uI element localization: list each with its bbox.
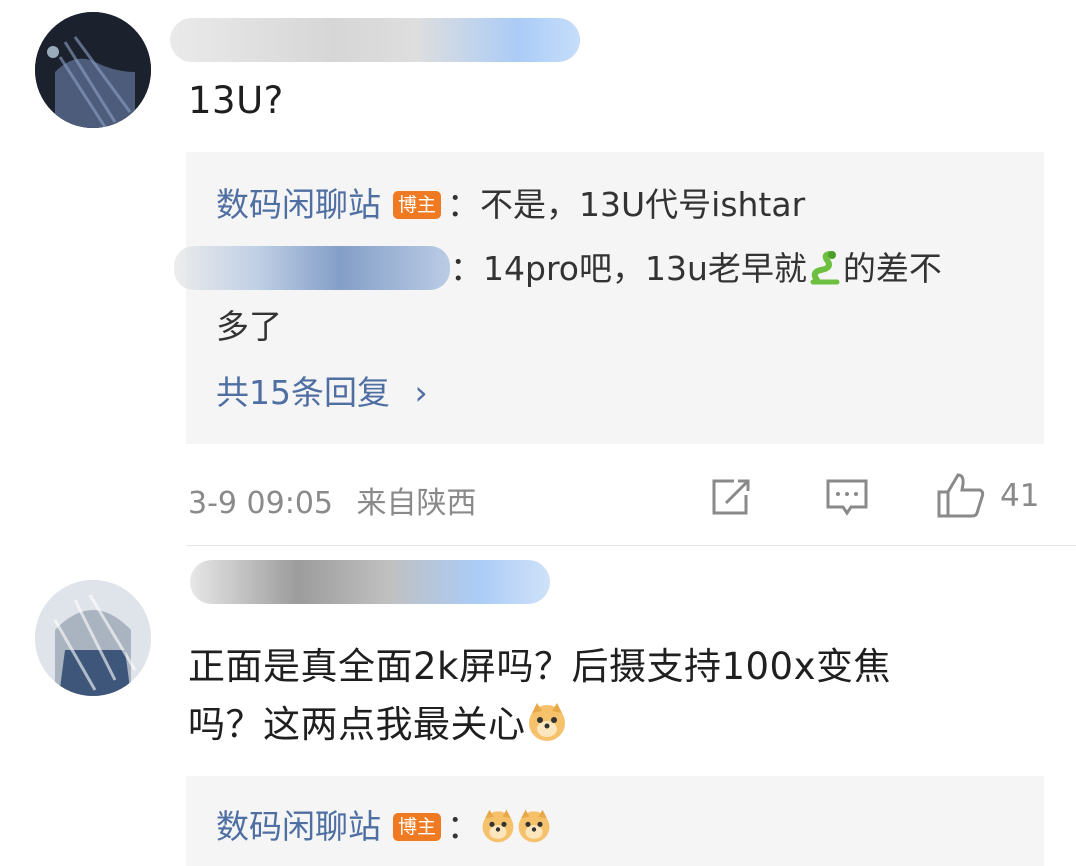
reply-box[interactable]: 数码闲聊站 博主：	[186, 776, 1044, 866]
like-icon[interactable]	[936, 472, 986, 522]
comment-1: 13U? 数码闲聊站 博主 ：不是，13U代号ishtar ：14pro吧，13u老…	[0, 0, 1076, 546]
reply-2[interactable]: ：14pro吧，13u老早就 的差不	[174, 242, 942, 296]
reply-2-line2: 多了	[216, 307, 282, 346]
timestamp: 3-9 09:05	[188, 486, 333, 521]
reply-text-cont: 的差不	[842, 249, 942, 288]
avatar[interactable]	[35, 12, 151, 128]
reply-text: 不是，13U代号ishtar	[480, 185, 806, 224]
reply-1[interactable]: 数码闲聊站 博主：	[216, 800, 552, 854]
reply-1[interactable]: 数码闲聊站 博主 ：不是，13U代号ishtar	[216, 178, 805, 232]
doge-emoji-icon	[480, 806, 516, 843]
comment-text-line2: 吗？这两点我最关心	[188, 696, 891, 754]
more-replies-link[interactable]: 共15条回复 ›	[216, 366, 428, 420]
share-icon[interactable]	[710, 477, 754, 521]
comment-2: 正面是真全面2k屏吗？后摄支持100x变焦 吗？这两点我最关心 数码闲聊站 博主：	[0, 546, 1076, 866]
blurred-username[interactable]	[170, 18, 580, 62]
reply-author[interactable]: 数码闲聊站	[216, 807, 381, 846]
doge-emoji-icon	[526, 701, 568, 743]
reply-box[interactable]: 数码闲聊站 博主 ：不是，13U代号ishtar ：14pro吧，13u老早就 的差不…	[174, 152, 1044, 444]
comment-text-line1: 正面是真全面2k屏吗？后摄支持100x变焦	[188, 645, 891, 688]
doge-emoji-icon	[516, 806, 552, 843]
comment-text: 正面是真全面2k屏吗？后摄支持100x变焦 吗？这两点我最关心	[188, 638, 891, 754]
avatar[interactable]	[35, 580, 151, 696]
comment-icon[interactable]	[825, 477, 869, 521]
reply-sep: ：	[447, 807, 481, 846]
blogger-badge: 博主	[393, 813, 442, 841]
blurred-username[interactable]	[190, 560, 550, 604]
snake-emoji-icon	[807, 248, 843, 285]
reply-sep: ：	[447, 185, 481, 224]
chevron-right-icon: ›	[414, 373, 428, 412]
comment-text: 13U?	[188, 79, 284, 122]
blurred-reply-author[interactable]	[174, 246, 450, 290]
reply-text: ：14pro吧，13u老早就	[450, 249, 807, 288]
like-count: 41	[1000, 478, 1040, 514]
blogger-badge: 博主	[393, 191, 442, 219]
location: 来自陕西	[356, 486, 477, 521]
reply-author[interactable]: 数码闲聊站	[216, 185, 381, 224]
comment-meta: 3-9 09:05 来自陕西	[188, 478, 477, 522]
more-replies-label[interactable]: 共15条回复	[216, 373, 390, 412]
